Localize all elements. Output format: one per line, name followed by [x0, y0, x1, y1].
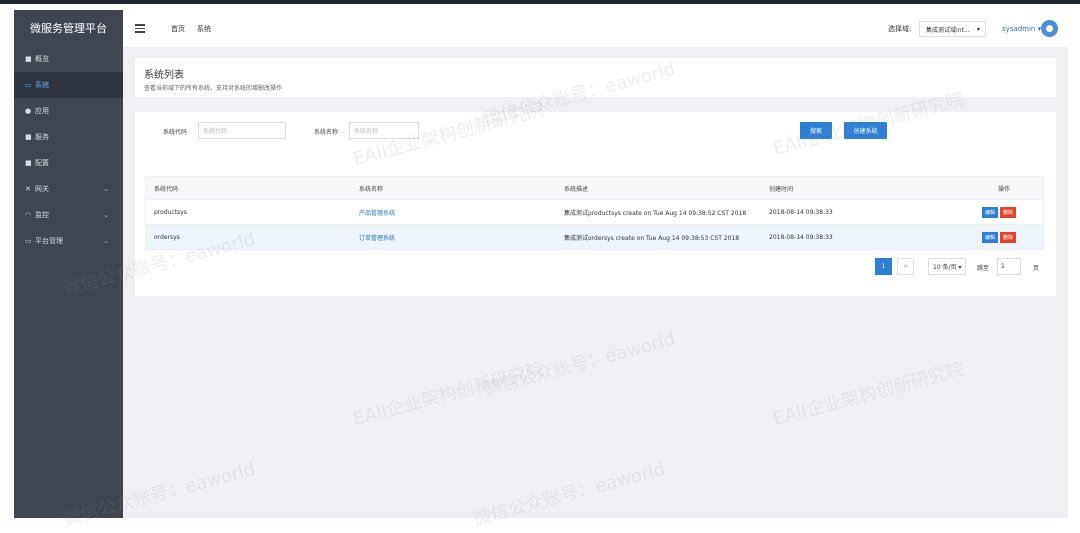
app-title: 微服务管理平台	[14, 10, 123, 46]
chevron-down-icon: ⌄	[103, 237, 109, 245]
next-page-button[interactable]: >	[897, 258, 914, 275]
created-time-cell: 2018-08-14 09:38:33	[769, 208, 833, 216]
systems-table: 系统代码 系统名称 系统描述 创建时间 操作 productsys 产品管理系统…	[145, 176, 1044, 250]
table-row: productsys 产品管理系统 集成测试productsys create …	[146, 199, 1043, 224]
sidebar-item-label: 系统	[35, 81, 49, 89]
sidebar: 微服务管理平台 ■ 概览 ▭ 系统 ● 应用 ■ 服务 ■ 配置 ✕ 网关 ⌄ …	[14, 10, 123, 518]
sidebar-item-label: 监控	[35, 211, 49, 219]
sidebar-item-app[interactable]: ● 应用	[14, 98, 123, 124]
main-content: 系统列表 查看当前域下的所有系统、支持对系统的增删改操作 系统代码 系统代码 系…	[123, 47, 1068, 518]
column-header: 操作	[998, 185, 1011, 193]
system-name-link[interactable]: 订单管理系统	[359, 225, 395, 249]
header: 首页 系统 选择域: 集成测试域int... ▾ sysadmin ▾ ●	[123, 10, 1068, 47]
top-edge-bar	[0, 0, 1080, 4]
sidebar-item-monitor[interactable]: ◠ 监控 ⌄	[14, 202, 123, 228]
created-time-cell: 2018-08-14 09:38:33	[769, 233, 833, 241]
system-name-link[interactable]: 产品管理系统	[359, 200, 395, 224]
system-name-label: 系统名称	[314, 129, 339, 136]
table-header-row: 系统代码 系统名称 系统描述 创建时间 操作	[146, 177, 1043, 199]
system-name-input[interactable]: 系统名称	[349, 122, 419, 139]
sidebar-item-label: 概览	[35, 55, 49, 63]
env-select[interactable]: 集成测试域int... ▾	[919, 21, 986, 37]
sidebar-item-label: 应用	[35, 107, 49, 115]
breadcrumb-current: 系统	[197, 24, 211, 33]
column-header: 系统代码	[154, 185, 179, 193]
search-button[interactable]: 搜索	[800, 122, 832, 139]
sidebar-item-config[interactable]: ■ 配置	[14, 150, 123, 176]
page-suffix: 页	[1033, 265, 1040, 272]
screen-icon: ▭	[25, 237, 32, 245]
config-icon: ■	[25, 159, 32, 167]
page-subtitle: 查看当前域下的所有系统、支持对系统的增删改操作	[144, 85, 283, 92]
sidebar-item-label: 服务	[35, 133, 49, 141]
delete-button[interactable]: 删除	[1000, 231, 1017, 243]
row-actions: 编辑 删除	[982, 225, 1017, 249]
service-icon: ■	[25, 133, 32, 141]
create-system-button[interactable]: 创建系统	[844, 122, 887, 139]
system-desc-cell: 集成测试productsys create on Tue Aug 14 09:3…	[564, 209, 747, 217]
breadcrumb-home[interactable]: 首页	[171, 24, 185, 34]
content-card: 系统代码 系统代码 系统名称 系统名称 搜索 创建系统 系统代码 系统名称 系统…	[135, 112, 1056, 296]
page-size-select[interactable]: 10 条/页 ▾	[928, 258, 966, 275]
menu-toggle-icon[interactable]	[135, 24, 145, 33]
chevron-down-icon: ⌄	[103, 185, 109, 193]
sidebar-item-service[interactable]: ■ 服务	[14, 124, 123, 150]
system-code-label: 系统代码	[163, 129, 188, 136]
env-label: 选择域:	[888, 24, 912, 33]
delete-button[interactable]: 删除	[1000, 206, 1017, 218]
env-select-value: 集成测试域int...	[926, 26, 970, 34]
sidebar-item-label: 配置	[35, 159, 49, 167]
sidebar-item-system[interactable]: ▭ 系统	[14, 72, 123, 98]
column-header: 系统描述	[564, 185, 589, 193]
row-actions: 编辑 删除	[982, 200, 1017, 224]
page-title: 系统列表	[144, 70, 184, 81]
edit-button[interactable]: 编辑	[982, 231, 999, 243]
sidebar-item-platform[interactable]: ▭ 平台管理 ⌄	[14, 228, 123, 254]
chevron-down-icon: ▾	[976, 25, 980, 33]
column-header: 系统名称	[359, 185, 384, 193]
sidebar-item-label: 平台管理	[35, 237, 63, 245]
sidebar-item-gateway[interactable]: ✕ 网关 ⌄	[14, 176, 123, 202]
system-code-placeholder: 系统代码	[203, 128, 228, 135]
home-icon: ■	[25, 55, 32, 63]
sidebar-item-label: 网关	[35, 185, 49, 193]
system-code-cell: productsys	[154, 208, 187, 216]
jump-label: 跳至	[977, 265, 990, 272]
table-row: ordersys 订单管理系统 集成测试ordersys create on T…	[146, 224, 1043, 249]
system-code-cell: ordersys	[154, 233, 180, 241]
system-code-input[interactable]: 系统代码	[198, 122, 286, 139]
system-name-placeholder: 系统名称	[354, 128, 379, 135]
system-desc-cell: 集成测试ordersys create on Tue Aug 14 09:38:…	[564, 234, 740, 242]
jump-page-input[interactable]: 1	[997, 258, 1021, 275]
pagination: 1 > 10 条/页 ▾ 跳至 1 页	[135, 258, 1056, 276]
page-number-current[interactable]: 1	[875, 258, 892, 275]
app-icon: ●	[25, 107, 32, 115]
breadcrumb: 首页 系统	[171, 24, 211, 34]
page-header: 系统列表 查看当前域下的所有系统、支持对系统的增删改操作	[135, 58, 1056, 97]
monitor-icon: ▭	[25, 81, 32, 89]
filter-row: 系统代码 系统代码 系统名称 系统名称 搜索 创建系统	[135, 121, 1056, 143]
user-menu[interactable]: sysadmin ▾	[1002, 25, 1041, 33]
monitor-gauge-icon: ◠	[25, 211, 32, 219]
edit-button[interactable]: 编辑	[982, 206, 999, 218]
chevron-down-icon: ⌄	[103, 211, 109, 219]
shuffle-icon: ✕	[25, 185, 31, 193]
avatar[interactable]: ●	[1041, 20, 1058, 37]
sidebar-item-overview[interactable]: ■ 概览	[14, 46, 123, 72]
column-header: 创建时间	[769, 185, 794, 193]
